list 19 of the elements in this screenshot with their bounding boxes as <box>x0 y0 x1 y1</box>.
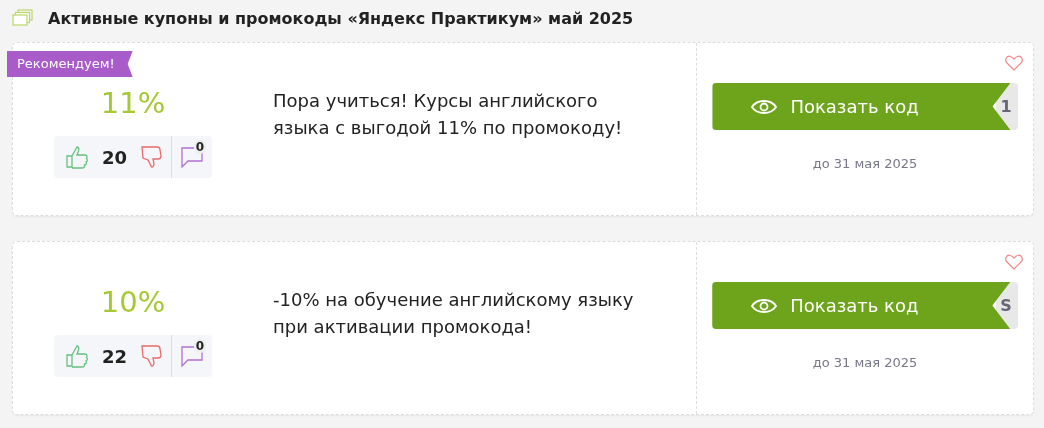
vote-count: 22 <box>101 345 128 367</box>
thumbs-up-icon[interactable] <box>63 144 90 170</box>
recommended-ribbon: Рекомендуем! <box>7 51 133 77</box>
eye-icon <box>750 97 779 116</box>
heart-icon[interactable] <box>1005 55 1023 71</box>
discount-value: 11% <box>100 86 166 120</box>
comment-count: 0 <box>193 339 207 353</box>
expiry-date: до 31 мая 2025 <box>812 355 918 370</box>
coupon-description: Пора учиться! Курсы английского языка с выгодой 11% по промокоду! <box>273 89 624 140</box>
vote-count: 20 <box>101 146 128 168</box>
discount-value: 10% <box>100 285 166 319</box>
coupons-icon <box>12 9 34 27</box>
thumbs-up-icon[interactable] <box>63 343 90 369</box>
section-title: Активные купоны и промокоды «Яндекс Практикум» май 2025 <box>48 8 634 28</box>
eye-icon <box>750 296 779 315</box>
coupon-description: -10% на обучение английскому языку при активации промокода! <box>273 288 635 339</box>
heart-icon[interactable] <box>1005 254 1023 270</box>
expiry-date: до 31 мая 2025 <box>812 156 918 171</box>
comment-count: 0 <box>193 140 207 154</box>
